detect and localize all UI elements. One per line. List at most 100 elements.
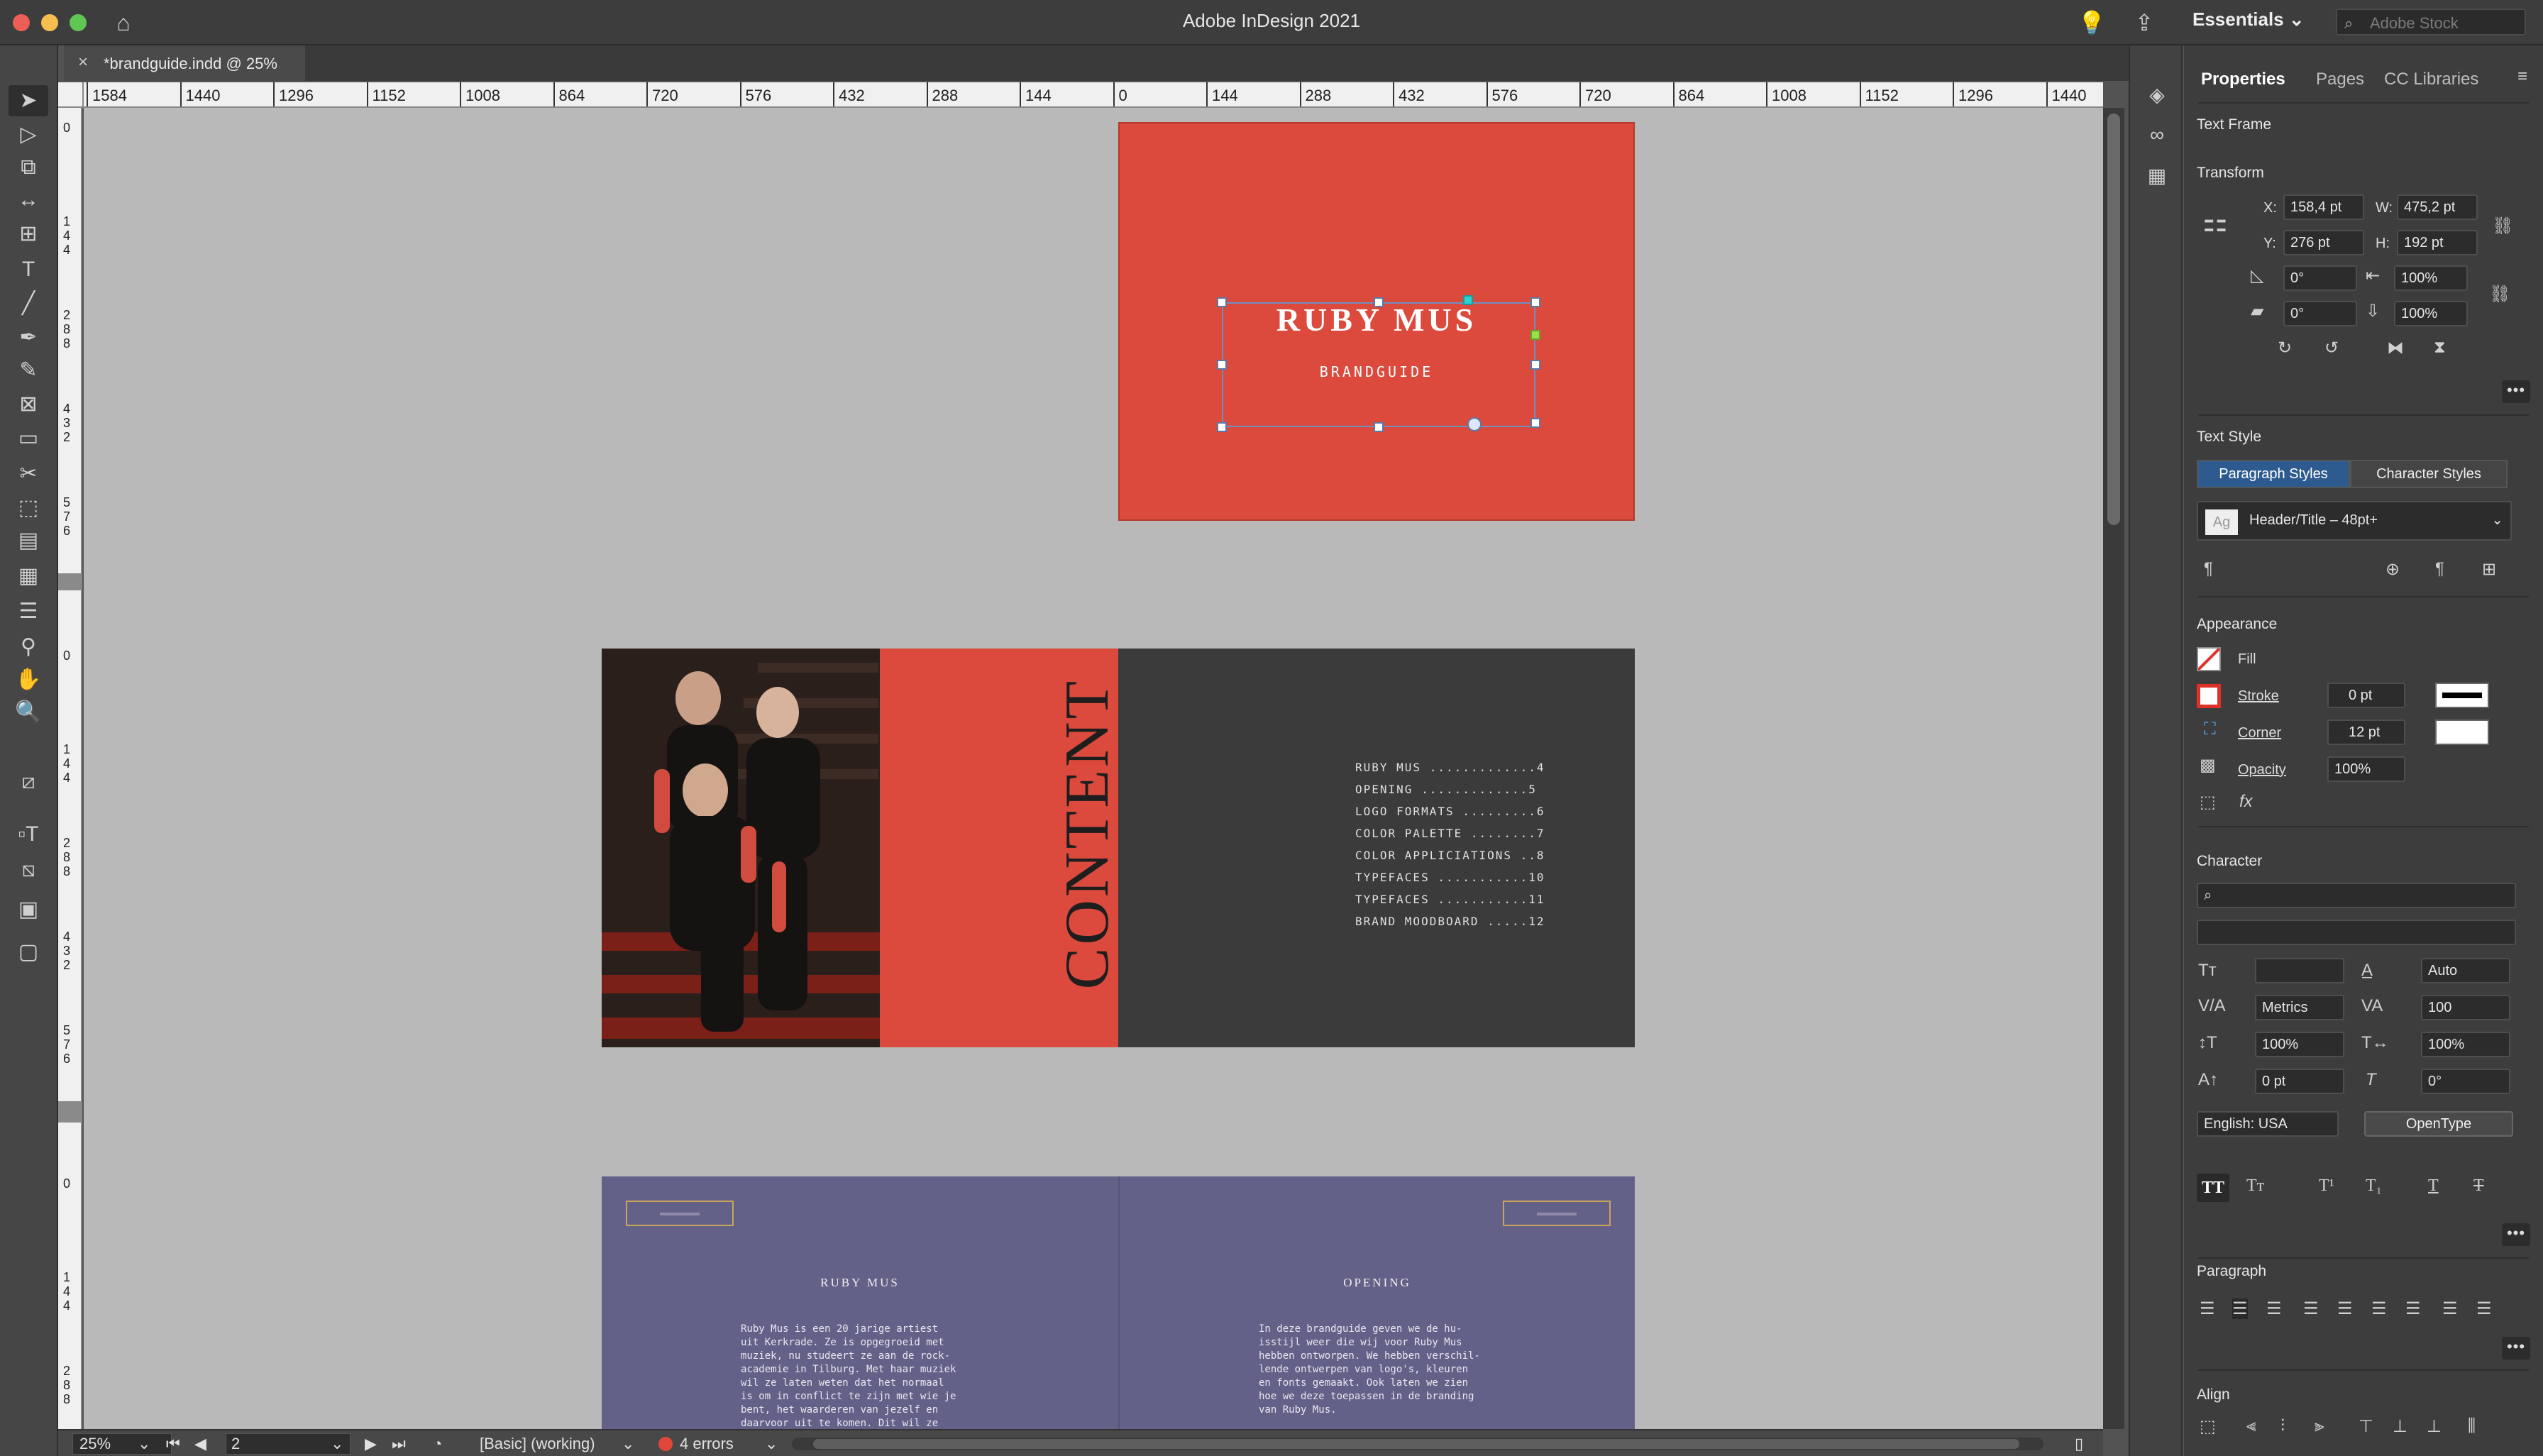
contents-spread[interactable]: CONTENT RUBY MUS .............4 OPENING … [602,649,1635,1047]
last-page-icon[interactable]: ⏭ [392,1435,406,1453]
paragraph-style-dropdown[interactable]: Ag Header/Title – 48pt+ ⌄ [2197,501,2512,541]
fill-swatch-icon[interactable] [2197,647,2221,671]
vertical-scrollbar[interactable] [2103,108,2124,1429]
scissors-tool-icon[interactable]: ✂ [9,458,48,490]
new-style-icon[interactable]: ⊞ [2482,559,2496,580]
justify-left-icon[interactable]: ☰ [2303,1298,2319,1319]
first-page-icon[interactable]: ⏮ [166,1435,180,1453]
chevron-down-icon[interactable]: ⌄ [765,1435,778,1453]
contents-heading[interactable]: CONTENT [1053,634,1122,1033]
vertical-ruler[interactable]: 0 144 288 432 576 0 144 288 432 576 0 144 288 [58,108,82,1429]
x-position-field[interactable]: 158,4 pt [2283,194,2364,220]
workspace-switcher[interactable]: Essentials ⌄ [2192,9,2305,31]
free-transform-tool-icon[interactable]: ⬚ [9,492,48,524]
align-right-icon[interactable]: ☰ [2266,1298,2282,1319]
intro-right-body[interactable]: In deze brandguide geven we de hu- issti… [1259,1323,1500,1417]
selection-handle[interactable] [1217,297,1227,307]
tracking-field[interactable]: 100 [2421,995,2510,1020]
preflight-profile[interactable]: [Basic] (working) [480,1435,595,1453]
font-family-field[interactable]: ⌕ [2197,883,2516,908]
character-styles-tab[interactable]: Character Styles [2350,460,2508,488]
rotate-clockwise-icon[interactable]: ↻ [2278,338,2292,358]
more-character-options-button[interactable]: ••• [2502,1223,2530,1246]
header-tag-frame[interactable] [1503,1201,1611,1226]
scale-y-field[interactable]: 100% [2394,301,2468,326]
vertical-scroll-thumb[interactable] [2107,114,2120,525]
selection-handle[interactable] [1530,360,1540,370]
paragraph-styles-tab[interactable]: Paragraph Styles [2197,460,2350,488]
chevron-down-icon[interactable]: ⌄ [622,1435,634,1453]
intro-left-body[interactable]: Ruby Mus is een 20 jarige artiest uit Ke… [741,1323,982,1429]
subscript-button[interactable]: T₁ [2366,1176,2382,1196]
chevron-down-icon[interactable]: ⌄ [331,1435,343,1453]
direct-selection-tool-icon[interactable]: ▷ [9,119,48,150]
table-of-contents[interactable]: RUBY MUS .............4 OPENING ........… [1355,756,1596,932]
split-window-icon[interactable]: ▯ [2075,1435,2083,1453]
hand-tool-icon[interactable]: ✋ [9,664,48,695]
superscript-button[interactable]: T¹ [2319,1176,2334,1196]
next-page-icon[interactable]: ▶ [365,1435,377,1453]
corner-options-icon[interactable]: ⛶ [2204,719,2216,739]
pencil-tool-icon[interactable]: ✎ [9,355,48,386]
note-tool-icon[interactable]: ☰ [9,596,48,627]
tab-properties[interactable]: Properties [2201,70,2285,89]
gap-tool-icon[interactable]: ↔ [9,184,48,216]
stroke-type-dropdown[interactable] [2435,683,2489,708]
rotation-angle-field[interactable]: 0° [2283,265,2357,291]
layers-icon[interactable]: ◈ [2143,81,2171,109]
opacity-label[interactable]: Opacity [2238,762,2286,778]
selection-handle[interactable] [1374,297,1384,307]
preflight-errors[interactable]: 4 errors [680,1435,734,1453]
more-transform-options-button[interactable]: ••• [2502,380,2530,403]
line-tool-icon[interactable]: ╱ [9,288,48,319]
flip-vertical-icon[interactable]: ⧗ [2434,338,2446,358]
create-style-icon[interactable]: ⊕ [2385,559,2400,580]
horizontal-scale-field[interactable]: 100% [2421,1032,2510,1057]
horizontal-ruler[interactable]: 1584 1440 1296 1152 1008 864 720 576 432 288 144 0 1… [84,82,2103,108]
header-tag-frame[interactable] [626,1201,734,1226]
clear-overrides-icon[interactable]: ¶ [2435,559,2444,579]
text-frame-selection[interactable] [1222,302,1535,427]
paragraph-mark-icon[interactable]: ¶ [2204,559,2213,579]
stroke-label[interactable]: Stroke [2238,688,2279,705]
selection-handle[interactable] [1217,422,1227,432]
font-style-field[interactable] [2197,920,2516,945]
adobe-stock-search[interactable]: ⌕ Adobe Stock [2336,9,2526,35]
align-horizontal-centers-icon[interactable]: ⫶ [2280,1416,2285,1436]
document-tab[interactable]: × *brandguide.indd @ 25% [64,45,305,81]
small-caps-button[interactable]: Tт [2246,1176,2264,1196]
eyedropper-tool-icon[interactable]: ⚲ [9,632,48,663]
rotate-counterclockwise-icon[interactable]: ↺ [2324,338,2339,358]
link-scale-icon[interactable]: ⛓ [2489,284,2510,304]
preflight-spinner-icon[interactable]: ◔ [433,1435,442,1453]
flip-horizontal-icon[interactable]: ⧓ [2387,338,2404,358]
tab-cc-libraries[interactable]: CC Libraries [2384,70,2478,89]
height-field[interactable]: 192 pt [2397,230,2478,255]
align-left-edges-icon[interactable]: ⫷ [2246,1416,2256,1436]
justify-right-icon[interactable]: ☰ [2371,1298,2387,1319]
horizontal-scroll-thumb[interactable] [813,1439,2019,1449]
close-tab-icon[interactable]: × [78,53,88,72]
gradient-feather-tool-icon[interactable]: ▦ [9,561,48,592]
view-mode-icon[interactable]: ▣ [9,894,48,925]
rectangle-frame-tool-icon[interactable]: ⊠ [9,389,48,420]
align-left-icon[interactable]: ☰ [2200,1298,2215,1319]
ruler-origin[interactable] [58,82,84,108]
strikethrough-button[interactable]: T [2473,1176,2484,1196]
align-bottom-edges-icon[interactable]: ⊥ [2427,1416,2442,1437]
screen-mode-icon[interactable]: ▢ [9,937,48,968]
stroke-weight-field[interactable]: 0 pt [2327,683,2405,708]
formatting-affects-container-icon[interactable]: ▫T [9,819,48,850]
kerning-field[interactable]: Metrics [2255,995,2344,1020]
content-collector-tool-icon[interactable]: ⊞ [9,219,48,250]
vertical-scale-field[interactable]: 100% [2255,1032,2344,1057]
gradient-swatch-tool-icon[interactable]: ▤ [9,525,48,556]
justify-all-icon[interactable]: ☰ [2405,1298,2421,1319]
opentype-button[interactable]: OpenType [2364,1111,2513,1137]
selection-handle[interactable] [1217,360,1227,370]
shear-angle-field[interactable]: 0° [2283,301,2357,326]
intro-right-title[interactable]: OPENING [1120,1276,1635,1290]
align-towards-spine-icon[interactable]: ☰ [2442,1298,2458,1319]
corner-label[interactable]: Corner [2238,725,2281,741]
content-grabber-icon[interactable] [1467,417,1482,431]
